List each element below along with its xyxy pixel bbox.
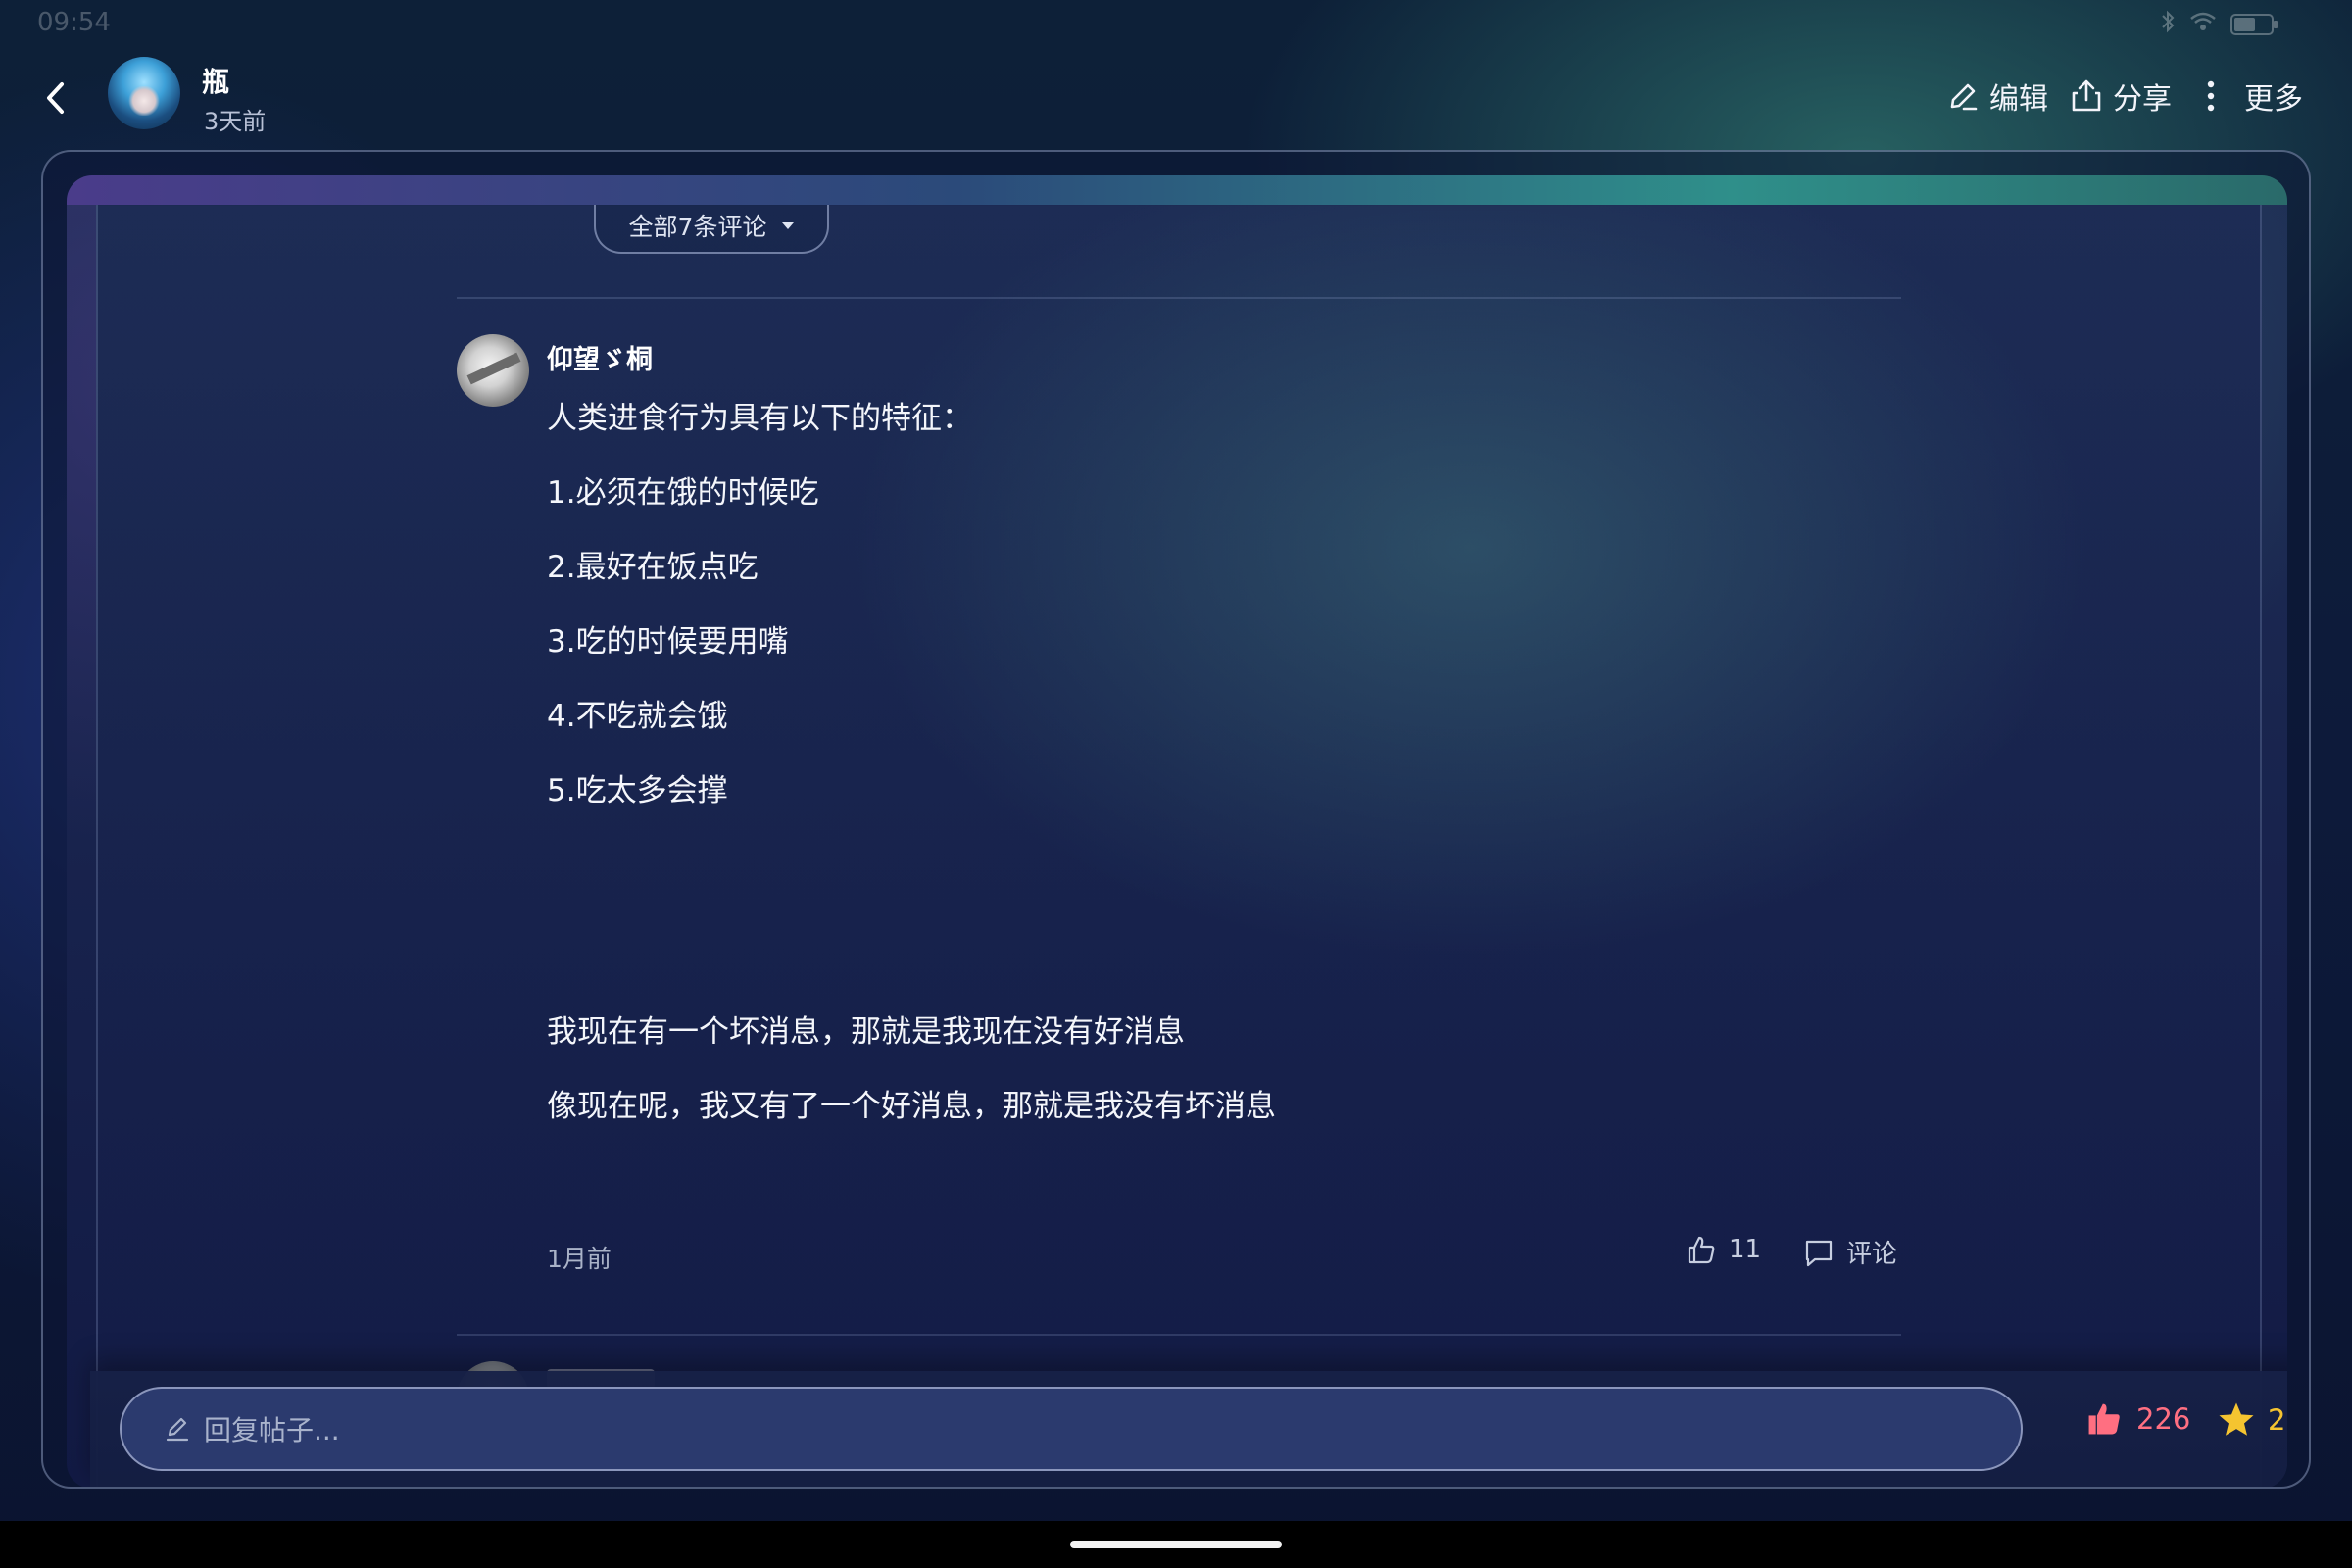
comment-author[interactable]: 仰望ゞ桐 [547, 338, 653, 376]
post-like-button[interactable]: 226 [2085, 1400, 2190, 1438]
comment-line: 1.必须在饿的时候吃 [547, 475, 819, 511]
card-inner: 全部7条评论 仰望ゞ桐 人类进食行为具有以下的特征： 1.必须在饿的时候吃 2.… [67, 175, 2287, 1487]
thumbs-up-filled-icon [2088, 1403, 2120, 1435]
post-time: 3天前 [204, 108, 267, 135]
status-icons [2160, 10, 2278, 39]
navigation-bar [0, 1521, 2352, 1568]
post-header: 瓶 3天前 编辑 分享 更多 [0, 49, 2352, 147]
comment-line: 2.最好在饭点吃 [547, 550, 759, 585]
comment-meta: 1月前 11 评论 [547, 1234, 1901, 1277]
status-time: 09:54 [37, 8, 111, 37]
caret-down-icon [782, 221, 795, 229]
post-favorite-count: 209 [2268, 1403, 2287, 1437]
comment-line: 像现在呢，我又有了一个好消息，那就是我没有坏消息 [547, 1089, 1276, 1124]
pencil-icon [1950, 83, 1978, 111]
comment-avatar[interactable] [457, 334, 529, 407]
post-favorite-button[interactable]: 209 [2217, 1400, 2287, 1440]
share-label: 分享 [2113, 82, 2172, 117]
comment-line: 人类进食行为具有以下的特征： [547, 401, 972, 436]
comment-line: 4.不吃就会饿 [547, 699, 728, 734]
divider [457, 297, 1901, 299]
star-icon [2219, 1402, 2254, 1436]
edit-label: 编辑 [1989, 82, 2048, 117]
more-vertical-icon [2207, 80, 2215, 112]
comment-like-count: 11 [1729, 1235, 1762, 1264]
comment-bubble-icon [1805, 1240, 1833, 1266]
share-icon [2072, 79, 2101, 112]
thumbs-up-icon [1688, 1236, 1715, 1264]
author-name[interactable]: 瓶 [202, 61, 229, 100]
edit-button[interactable]: 编辑 [1946, 74, 2048, 118]
comment-spacer [547, 848, 1899, 1014]
pencil-icon [166, 1417, 189, 1442]
status-bar: 09:54 [0, 0, 2352, 47]
reply-placeholder: 回复帖子... [204, 1414, 340, 1446]
more-button[interactable]: 更多 [2205, 74, 2303, 118]
reply-bar: 回复帖子... 226 209 [90, 1371, 2287, 1487]
comment-filter-dropdown[interactable]: 全部7条评论 [594, 205, 829, 254]
battery-icon [2230, 14, 2278, 35]
comments-panel[interactable]: 全部7条评论 仰望ゞ桐 人类进食行为具有以下的特征： 1.必须在饿的时候吃 2.… [96, 205, 2262, 1487]
comment-time: 1月前 [547, 1245, 612, 1273]
post-like-count: 226 [2136, 1402, 2191, 1436]
comment-line: 5.吃太多会撑 [547, 773, 728, 808]
battery-level [2234, 18, 2255, 31]
back-button[interactable] [35, 76, 74, 120]
post-card: 全部7条评论 仰望ゞ桐 人类进食行为具有以下的特征： 1.必须在饿的时候吃 2.… [41, 150, 2311, 1489]
bluetooth-icon [2160, 10, 2176, 39]
home-indicator[interactable] [1070, 1541, 1282, 1548]
chevron-left-icon [47, 82, 64, 114]
comment-filter-label: 全部7条评论 [628, 213, 767, 241]
comment-reply-button[interactable]: 评论 [1803, 1234, 1897, 1270]
comment-like-button[interactable]: 11 [1686, 1234, 1761, 1265]
more-label: 更多 [2244, 82, 2303, 117]
reply-input[interactable]: 回复帖子... [120, 1387, 2023, 1471]
comment-body: 人类进食行为具有以下的特征： 1.必须在饿的时候吃 2.最好在饭点吃 3.吃的时… [547, 401, 1899, 1163]
wifi-icon [2189, 11, 2217, 38]
app-screen: 09:54 瓶 3天前 编辑 分享 更多 全部7条评论 仰望ゞ桐 人类进食行为具… [0, 0, 2352, 1568]
comment-line: 3.吃的时候要用嘴 [547, 624, 789, 660]
author-avatar[interactable] [108, 57, 180, 129]
share-button[interactable]: 分享 [2070, 74, 2172, 118]
header-actions: 编辑 分享 更多 [1946, 74, 2303, 118]
comment-reply-label: 评论 [1846, 1240, 1898, 1269]
comment-line: 我现在有一个坏消息，那就是我现在没有好消息 [547, 1014, 1185, 1050]
divider [457, 1334, 1901, 1336]
